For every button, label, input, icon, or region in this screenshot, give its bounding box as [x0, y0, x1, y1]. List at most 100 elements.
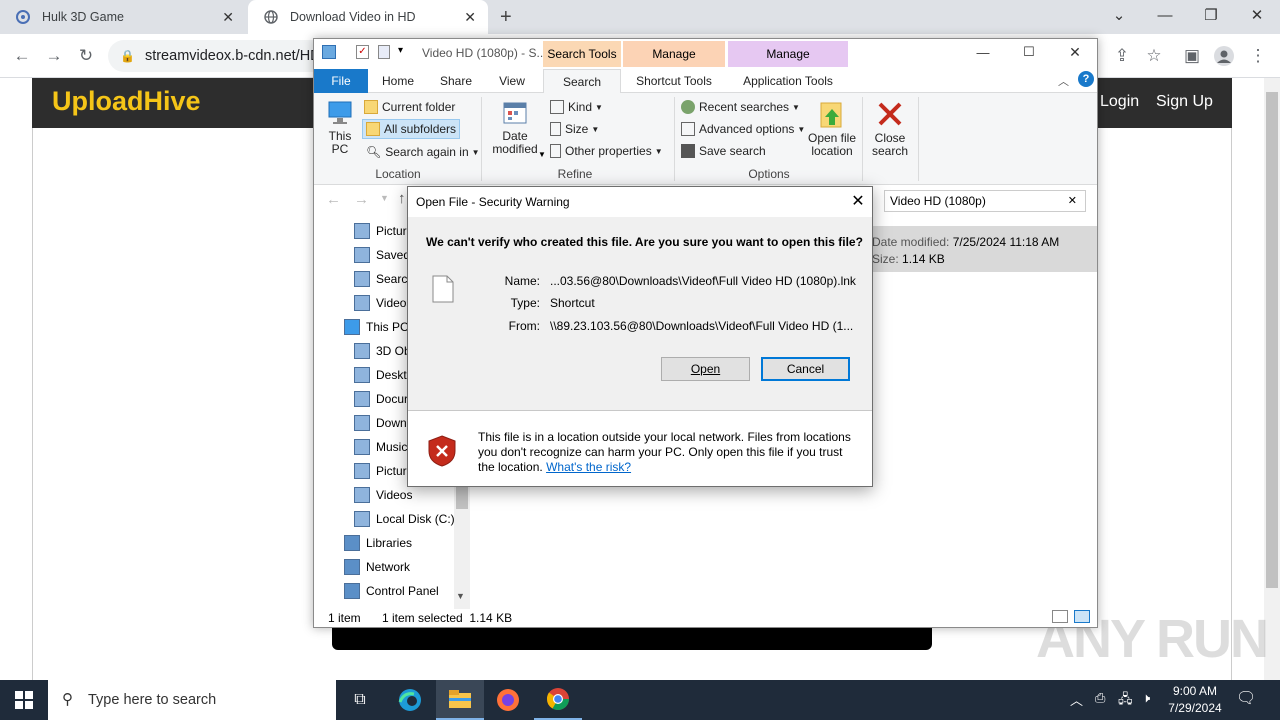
file-explorer-taskbar-icon[interactable]: [436, 680, 484, 720]
chrome-icon[interactable]: [534, 680, 582, 720]
bookmark-star-icon[interactable]: ☆: [1142, 44, 1166, 68]
device-icon[interactable]: ⎙: [1095, 690, 1105, 706]
customize-qat-icon[interactable]: ▾: [398, 45, 403, 56]
other-properties-button[interactable]: Other properties ▼: [550, 142, 663, 160]
nav-item[interactable]: Pictur: [354, 219, 407, 243]
system-clock[interactable]: 9:00 AM 7/29/2024: [1160, 683, 1230, 717]
open-file-location-label: Open file location: [807, 131, 857, 158]
close-tab-icon[interactable]: ✕: [464, 9, 476, 26]
tab-share[interactable]: Share: [432, 69, 480, 93]
share-icon[interactable]: ⇪: [1110, 44, 1134, 68]
tab-download-video[interactable]: Download Video in HD ✕: [248, 0, 488, 34]
nav-item[interactable]: Saved: [354, 243, 410, 267]
network-tray-icon[interactable]: 🖧: [1118, 690, 1133, 712]
firefox-icon[interactable]: [484, 680, 532, 720]
login-link[interactable]: Login: [1100, 93, 1139, 111]
forward-icon[interactable]: →: [42, 44, 66, 68]
profile-avatar-icon[interactable]: [1212, 44, 1236, 68]
reload-icon[interactable]: ↻: [74, 44, 98, 68]
cancel-button[interactable]: Cancel: [761, 357, 850, 381]
all-subfolders-button[interactable]: All subfolders: [362, 119, 461, 139]
nav-item[interactable]: Docur: [354, 387, 408, 411]
details-view-icon[interactable]: [1052, 610, 1068, 623]
explorer-search-input[interactable]: Video HD (1080p) ✕: [884, 190, 1086, 212]
nav-item[interactable]: Control Panel: [344, 579, 439, 603]
scroll-down-icon[interactable]: ▼: [456, 591, 465, 601]
tab-view[interactable]: View: [488, 69, 536, 93]
tab-file[interactable]: File: [314, 69, 368, 93]
collapse-ribbon-icon[interactable]: ︿: [1058, 73, 1069, 89]
nav-item[interactable]: Deskto: [354, 363, 413, 387]
new-folder-icon[interactable]: [378, 45, 390, 59]
3d-objects-icon: [354, 343, 370, 359]
tray-chevron-icon[interactable]: ︿: [1070, 690, 1083, 709]
site-logo[interactable]: UploadHive: [52, 86, 201, 117]
tab-home[interactable]: Home: [374, 69, 422, 93]
dialog-question: We can't verify who created this file. A…: [426, 235, 863, 249]
task-view-icon[interactable]: ⧉: [336, 680, 384, 720]
open-file-location-button[interactable]: Open file location: [804, 99, 860, 158]
recent-locations-icon[interactable]: ▼: [380, 193, 389, 203]
new-tab-button[interactable]: +: [500, 6, 512, 29]
nav-item[interactable]: Network: [344, 555, 410, 579]
nav-item[interactable]: Local Disk (C:): [354, 507, 455, 531]
this-pc-button[interactable]: This PC: [322, 97, 358, 156]
notification-icon[interactable]: 🗨: [1236, 688, 1256, 708]
back-icon[interactable]: ←: [10, 44, 34, 68]
nav-item-label: Local Disk (C:): [376, 512, 455, 526]
nav-item[interactable]: Downl: [354, 411, 409, 435]
close-window-button[interactable]: ✕: [1234, 0, 1280, 30]
tab-hulk-3d-game[interactable]: Hulk 3D Game ✕: [0, 0, 246, 34]
menu-icon[interactable]: ⋮: [1246, 44, 1270, 68]
close-tab-icon[interactable]: ✕: [222, 9, 234, 26]
size-button[interactable]: Size ▼: [550, 120, 599, 138]
advanced-options-button[interactable]: Advanced options ▼: [681, 120, 805, 138]
taskbar-search-input[interactable]: ⚲ Type here to search: [48, 680, 336, 720]
explorer-maximize-button[interactable]: ☐: [1006, 39, 1052, 65]
nav-item[interactable]: Videos: [354, 483, 412, 507]
search-again-button[interactable]: 🔍︎ Search again in ▼: [366, 143, 480, 161]
video-player[interactable]: [332, 626, 932, 650]
current-folder-button[interactable]: Current folder: [364, 98, 455, 116]
close-search-button[interactable]: Close search: [868, 99, 912, 158]
security-warning-dialog: Open File - Security Warning ✕ We can't …: [407, 186, 873, 487]
explorer-minimize-button[interactable]: —: [960, 39, 1006, 65]
nav-item[interactable]: Search: [354, 267, 414, 291]
large-icons-view-icon[interactable]: [1074, 610, 1090, 623]
help-icon[interactable]: ?: [1078, 71, 1094, 87]
nav-item[interactable]: Videos: [354, 291, 412, 315]
side-panel-icon[interactable]: ▣: [1180, 44, 1204, 68]
recent-searches-button[interactable]: Recent searches ▼: [681, 98, 800, 116]
whats-the-risk-link[interactable]: What's the risk?: [546, 460, 631, 474]
restore-button[interactable]: ❐: [1188, 0, 1234, 30]
open-button[interactable]: Open: [661, 357, 750, 381]
date-modified-dropdown-icon[interactable]: ▼: [538, 150, 546, 159]
tab-search[interactable]: Search: [543, 69, 621, 93]
explorer-close-button[interactable]: ✕: [1052, 39, 1098, 65]
explorer-forward-icon[interactable]: →: [354, 191, 369, 208]
libraries-icon: [344, 535, 360, 551]
clear-search-icon[interactable]: ✕: [1068, 194, 1077, 207]
scrollbar-thumb[interactable]: [1266, 92, 1278, 588]
nav-item[interactable]: This PC: [344, 315, 409, 339]
save-search-button[interactable]: Save search: [681, 142, 766, 160]
start-button[interactable]: [0, 680, 48, 720]
up-icon[interactable]: ↑: [398, 190, 406, 207]
tab-search-icon[interactable]: ⌄: [1096, 0, 1142, 30]
date-modified-button[interactable]: Date modified: [487, 99, 543, 156]
nav-item[interactable]: Pictur: [354, 459, 407, 483]
nav-item[interactable]: Libraries: [344, 531, 412, 555]
volume-icon[interactable]: 🕨: [1142, 690, 1150, 706]
properties-icon[interactable]: ✓: [356, 45, 369, 59]
nav-item[interactable]: Music: [354, 435, 407, 459]
minimize-button[interactable]: —: [1142, 0, 1188, 30]
signup-link[interactable]: Sign Up: [1156, 93, 1213, 111]
tab-title: Hulk 3D Game: [42, 10, 124, 24]
kind-button[interactable]: Kind ▼: [550, 98, 603, 116]
explorer-back-icon[interactable]: ←: [326, 191, 341, 208]
dialog-close-button[interactable]: ✕: [848, 191, 868, 211]
edge-icon[interactable]: [386, 680, 434, 720]
nav-item[interactable]: 3D Ob: [354, 339, 411, 363]
tab-shortcut-tools[interactable]: Shortcut Tools: [623, 69, 725, 93]
tab-application-tools[interactable]: Application Tools: [728, 69, 848, 93]
